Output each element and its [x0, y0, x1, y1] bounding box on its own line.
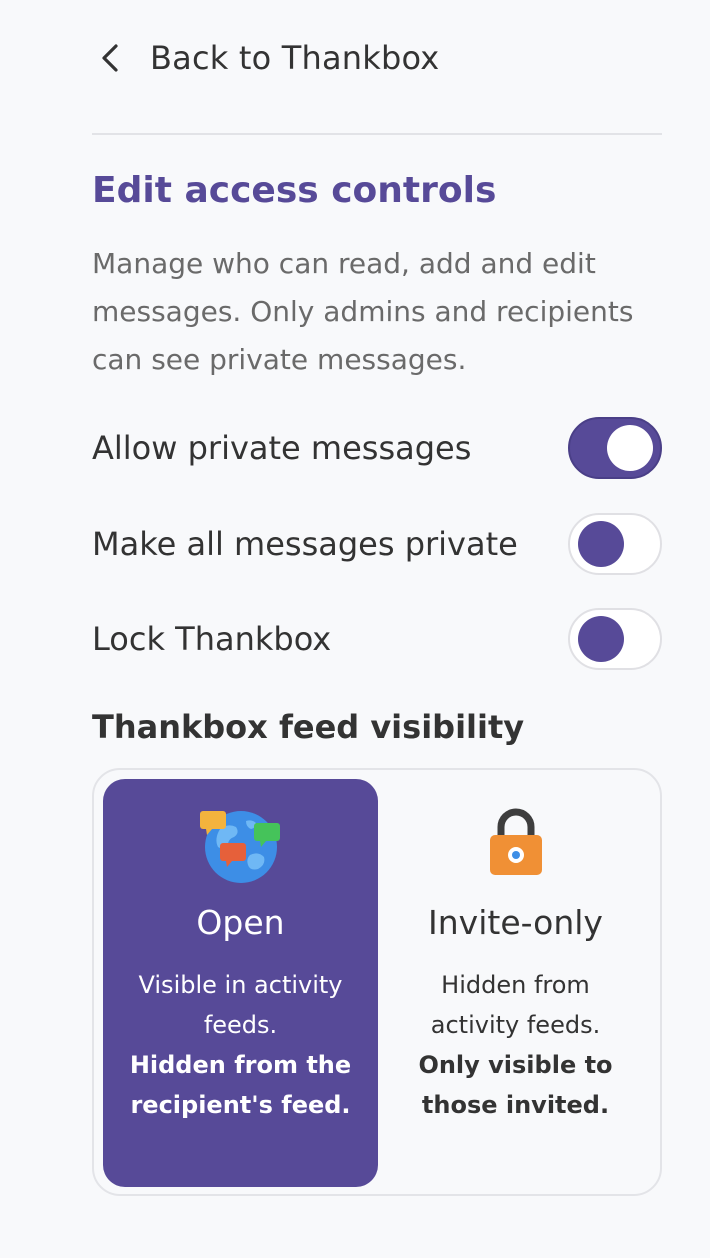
- toggle-knob: [607, 425, 653, 471]
- back-to-thankbox-link[interactable]: Back to Thankbox: [92, 30, 439, 86]
- option-description-bold: Hidden from the recipient's feed.: [129, 1051, 352, 1119]
- option-description-bold: Only visible to those invited.: [418, 1051, 613, 1119]
- back-link-label: Back to Thankbox: [150, 39, 440, 77]
- allow-private-messages-toggle[interactable]: [568, 417, 662, 479]
- option-description-text: Visible in activity feeds.: [138, 971, 343, 1039]
- header-divider: [92, 133, 662, 135]
- option-title: Open: [196, 903, 285, 942]
- toggle-knob: [578, 616, 624, 662]
- toggle-row-lock: Lock Thankbox: [92, 607, 662, 671]
- option-description: Hidden from activity feeds. Only visible…: [398, 965, 633, 1125]
- option-description: Visible in activity feeds. Hidden from t…: [123, 965, 358, 1125]
- access-controls-page: Back to Thankbox Edit access controls Ma…: [0, 0, 710, 1258]
- option-title: Invite-only: [428, 903, 603, 942]
- page-title: Edit access controls: [92, 170, 497, 211]
- padlock-icon: [378, 805, 653, 885]
- feed-visibility-selector: Open Visible in activity feeds. Hidden f…: [92, 768, 662, 1196]
- visibility-option-open[interactable]: Open Visible in activity feeds. Hidden f…: [103, 779, 378, 1187]
- toggle-label: Make all messages private: [92, 525, 518, 563]
- option-description-text: Hidden from activity feeds.: [430, 971, 601, 1039]
- toggle-row-allow-private: Allow private messages: [92, 416, 662, 480]
- make-all-private-toggle[interactable]: [568, 513, 662, 575]
- toggle-label: Allow private messages: [92, 429, 472, 467]
- lock-thankbox-toggle[interactable]: [568, 608, 662, 670]
- page-description: Manage who can read, add and edit messag…: [92, 247, 634, 376]
- feed-visibility-heading: Thankbox feed visibility: [92, 708, 525, 746]
- globe-chat-icon: [103, 805, 378, 885]
- visibility-option-invite-only[interactable]: Invite-only Hidden from activity feeds. …: [378, 779, 653, 1187]
- chevron-left-icon: [92, 40, 128, 76]
- toggle-knob: [578, 521, 624, 567]
- toggle-label: Lock Thankbox: [92, 620, 332, 658]
- toggle-row-make-private: Make all messages private: [92, 512, 662, 576]
